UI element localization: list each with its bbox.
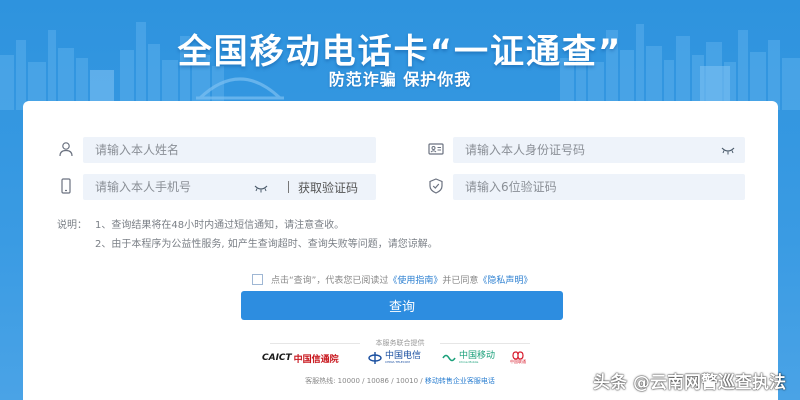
eye-closed-icon[interactable]: [254, 183, 268, 193]
get-code-button[interactable]: 获取验证码: [298, 179, 358, 196]
phone-input[interactable]: [95, 180, 255, 194]
watermark-text: 头条 @云南网警巡查执法: [593, 373, 786, 393]
note-line-1: 1、查询结果将在48小时内通过短信通知，请注意查收。: [95, 220, 345, 231]
agreement-checkbox[interactable]: [252, 274, 263, 285]
user-icon: [59, 142, 73, 157]
mobile-wave-icon: [442, 354, 456, 362]
hotline-text: 客服热线: 10000 / 10086 / 10010 /: [305, 377, 423, 385]
query-button[interactable]: 查询: [241, 291, 563, 320]
field-divider: [288, 181, 289, 193]
name-field[interactable]: [83, 137, 376, 163]
provided-by-text: 本服务联合提供: [375, 339, 425, 347]
telecom-swirl-icon: [368, 352, 382, 364]
shield-check-icon: [429, 178, 443, 194]
mobile-phone-icon: [61, 178, 71, 194]
privacy-statement-link[interactable]: 《隐私声明》: [478, 273, 532, 286]
mvno-hotline-link[interactable]: 移动转售企业客服电话: [425, 377, 495, 385]
agreement-middle: 并已同意: [442, 276, 479, 286]
caict-name: 中国信通院: [293, 354, 339, 365]
note-line-2: 2、由于本程序为公益性服务, 如产生查询超时、查询失败等问题，请您谅解。: [95, 239, 438, 250]
id-number-field[interactable]: [453, 137, 745, 163]
agreement-row: 点击“查询”，代表您已阅读过 《使用指南》 并已同意 《隐私声明》: [252, 273, 532, 286]
telecom-en: CHINA TELECOM: [385, 360, 410, 364]
china-telecom-logo: 中国电信 CHINA TELECOM: [368, 351, 421, 365]
usage-guide-link[interactable]: 《使用指南》: [388, 273, 442, 286]
china-unicom-logo: 中国联通: [510, 351, 526, 365]
id-number-input[interactable]: [465, 143, 745, 157]
code-field[interactable]: [453, 174, 745, 200]
name-input[interactable]: [95, 143, 376, 157]
notes-label: 说明：: [57, 220, 87, 231]
banner-subtitle: 防范诈骗 保护你我: [328, 70, 472, 89]
caict-logo: CAICT 中国信通院: [262, 351, 339, 365]
code-input[interactable]: [465, 180, 745, 194]
china-mobile-logo: 中国移动 China Mobile: [442, 351, 495, 365]
id-card-icon: [428, 143, 444, 155]
agreement-prefix: 点击“查询”，代表您已阅读过: [271, 276, 389, 286]
mobile-en: China Mobile: [459, 360, 479, 364]
caict-mark: CAICT: [262, 353, 292, 363]
unicom-name: 中国联通: [510, 359, 526, 364]
eye-closed-icon[interactable]: [721, 145, 735, 155]
